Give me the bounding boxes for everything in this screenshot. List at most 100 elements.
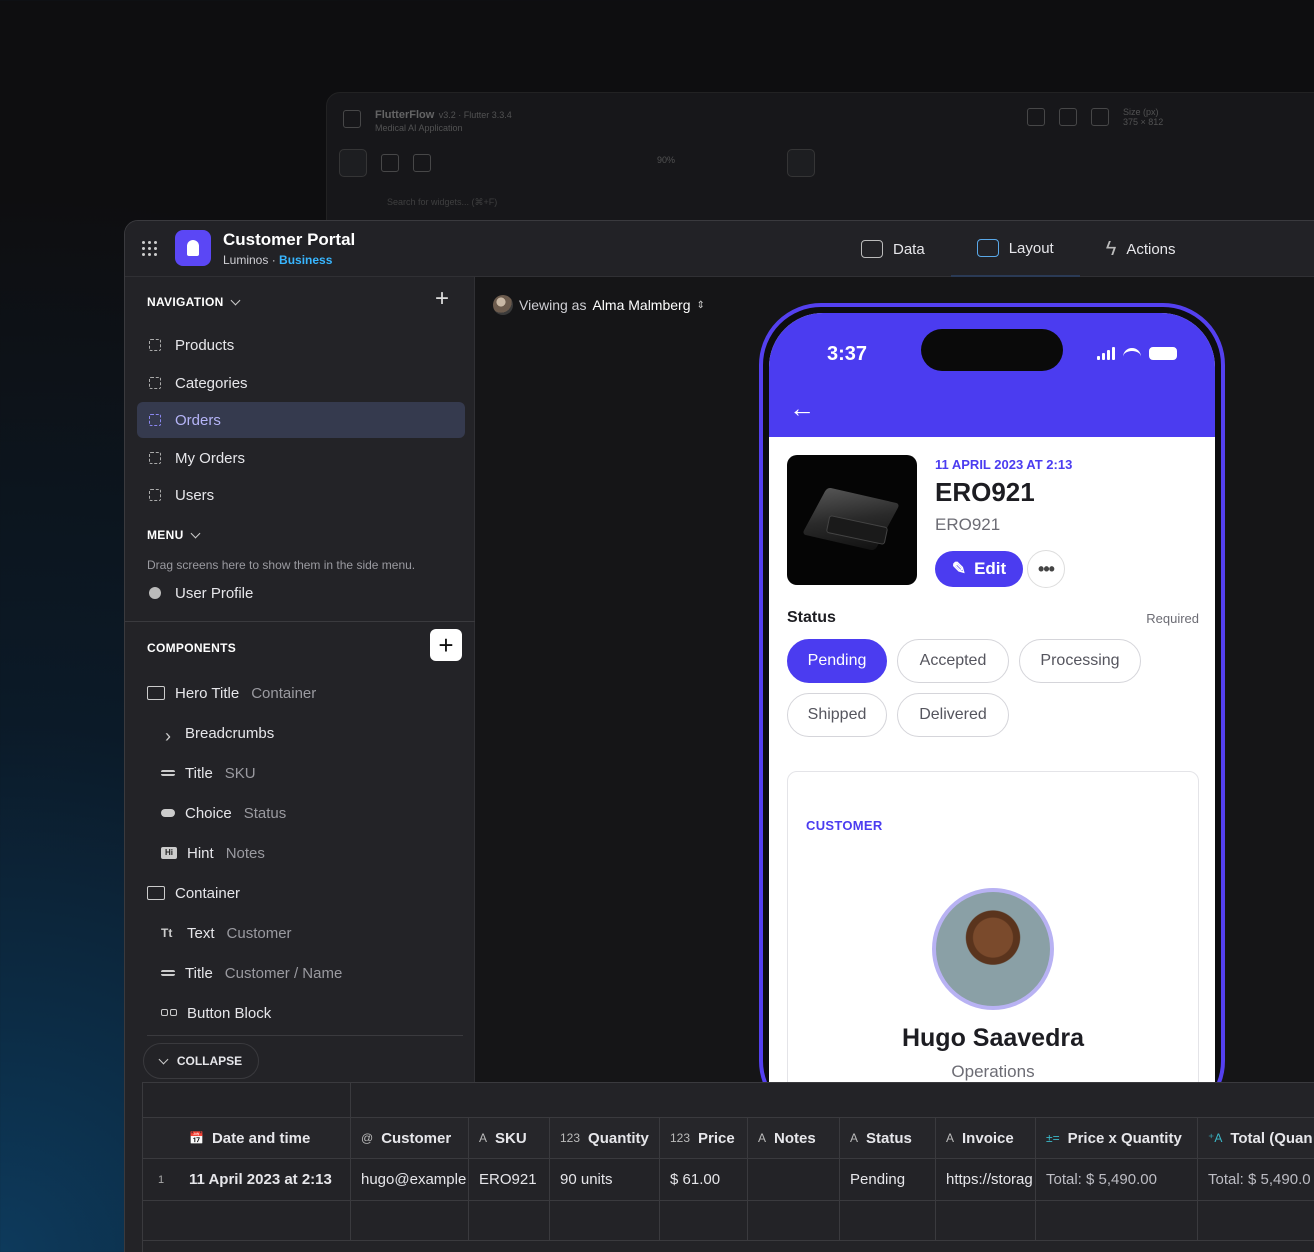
viewing-as-selector[interactable]: Viewing as Alma Malmberg ⇕: [493, 295, 705, 315]
back-arrow-icon[interactable]: ←: [789, 395, 815, 421]
component-text-customer[interactable]: Tt Text Customer: [161, 921, 292, 945]
status-label: Status: [787, 609, 836, 626]
layout-icon: [976, 239, 999, 257]
table-cell[interactable]: Pending: [840, 1159, 936, 1200]
table-cell[interactable]: 90 units: [550, 1159, 660, 1200]
chevron-down-icon: [158, 1054, 169, 1064]
sidebar-item-users[interactable]: Users: [137, 477, 465, 513]
column-header[interactable]: 123 Price: [660, 1118, 748, 1158]
phone-device-icon: [1027, 108, 1045, 126]
table-cell[interactable]: ERO921: [469, 1159, 550, 1200]
column-header[interactable]: @ Customer: [351, 1118, 469, 1158]
chevron-right-icon: ›: [165, 726, 171, 746]
more-button[interactable]: •••: [1027, 550, 1065, 588]
sidebar-item-categories[interactable]: Categories: [137, 365, 465, 401]
menu-item-user-profile[interactable]: User Profile: [137, 575, 465, 611]
menu-hint: Drag screens here to show them in the si…: [147, 558, 416, 572]
tab-layout[interactable]: Layout: [950, 221, 1080, 277]
dynamic-island: [921, 329, 1063, 371]
status-chip-processing[interactable]: Processing: [1019, 639, 1141, 683]
status-chip-shipped[interactable]: Shipped: [787, 693, 887, 737]
table-cell[interactable]: 1 11 April 2023 at 2:13: [143, 1159, 351, 1200]
app-subtitle: Luminos · Business: [223, 253, 333, 267]
battery-icon: [1149, 347, 1177, 360]
text-type-icon: A: [479, 1131, 488, 1145]
component-choice-status[interactable]: Choice Status: [161, 801, 286, 825]
screen-icon: [149, 489, 161, 501]
required-label: Required: [1146, 611, 1199, 626]
table-cell[interactable]: https://storag: [936, 1159, 1036, 1200]
column-header[interactable]: 123 Quantity: [550, 1118, 660, 1158]
add-navigation-button[interactable]: +: [435, 287, 449, 311]
title-icon: [161, 770, 175, 776]
sort-arrows-icon: ⇕: [696, 299, 705, 311]
collapse-button[interactable]: COLLAPSE: [143, 1043, 259, 1079]
text-type-icon: A: [850, 1131, 859, 1145]
button-block-icon: [161, 1009, 177, 1017]
tab-actions[interactable]: ϟ Actions: [1080, 221, 1202, 277]
container-icon: [147, 886, 165, 900]
column-header[interactable]: A Invoice: [936, 1118, 1036, 1158]
column-header[interactable]: 📅 Date and time: [143, 1118, 351, 1158]
table-cell[interactable]: [748, 1159, 840, 1200]
sidebar-item-orders[interactable]: Orders: [137, 402, 465, 438]
order-date: 11 APRIL 2023 AT 2:13: [935, 457, 1073, 472]
table-row[interactable]: [143, 1201, 1314, 1241]
more-dots-icon: •••: [1038, 558, 1055, 579]
status-chip-pending[interactable]: Pending: [787, 639, 887, 683]
status-chip-delivered[interactable]: Delivered: [897, 693, 1009, 737]
sidebar-item-products[interactable]: Products: [137, 327, 465, 363]
screen-icon: [149, 414, 161, 426]
bw-tool-button: [787, 149, 815, 177]
navigation-heading[interactable]: NAVIGATION: [147, 295, 241, 309]
component-breadcrumbs[interactable]: › Breadcrumbs: [161, 721, 274, 747]
edit-button[interactable]: ✎ Edit: [935, 551, 1023, 587]
table-cell[interactable]: Total: $ 5,490.00: [1036, 1159, 1198, 1200]
table-row[interactable]: 1 11 April 2023 at 2:13 hugo@example ERO…: [143, 1159, 1314, 1201]
column-header[interactable]: A Status: [840, 1118, 936, 1158]
customer-name: Hugo Saavedra: [901, 1024, 1084, 1052]
row-index: 1: [157, 1173, 165, 1186]
table-cell[interactable]: $ 61.00: [660, 1159, 748, 1200]
order-title: ERO921: [935, 477, 1035, 507]
status-time: 3:37: [827, 343, 868, 365]
viewing-user: Alma Malmberg: [592, 297, 691, 313]
status-icons: [1097, 347, 1177, 360]
component-title-customer-name[interactable]: Title Customer / Name: [161, 961, 342, 985]
component-title-sku[interactable]: Title SKU: [161, 761, 256, 785]
column-header[interactable]: A Notes: [748, 1118, 840, 1158]
desktop-device-icon: [1091, 108, 1109, 126]
chevron-down-icon: [190, 528, 200, 538]
column-header[interactable]: A SKU: [469, 1118, 550, 1158]
text-icon: Tt: [161, 926, 173, 940]
sidebar-item-my-orders[interactable]: My Orders: [137, 440, 465, 476]
table-header: 📅 Date and time @ Customer A SKU 123 Quantit…: [143, 1117, 1314, 1159]
table-cell[interactable]: hugo@example: [351, 1159, 469, 1200]
menu-heading[interactable]: MENU: [147, 528, 200, 542]
bw-zoom: 90%: [657, 155, 676, 165]
table-cell[interactable]: Total: $ 5,490.0: [1198, 1159, 1314, 1200]
tab-data[interactable]: Data: [835, 221, 951, 277]
org-name: Luminos: [223, 253, 269, 267]
component-hero-title[interactable]: Hero Title Container: [147, 681, 316, 705]
bw-size-label: Size (px): [1123, 107, 1159, 117]
screen-icon: [149, 452, 161, 464]
apps-grid-icon[interactable]: [142, 241, 158, 257]
status-chip-accepted[interactable]: Accepted: [897, 639, 1009, 683]
tablet-device-icon: [1059, 108, 1077, 126]
signal-icon: [1097, 347, 1115, 360]
add-component-button[interactable]: +: [430, 629, 462, 661]
component-container[interactable]: Container: [147, 881, 240, 905]
bolt-icon: ϟ: [1105, 237, 1117, 260]
component-button-block[interactable]: Button Block: [161, 1001, 271, 1025]
text-type-icon: A: [758, 1131, 767, 1145]
flutterflow-logo-icon: [343, 110, 361, 128]
number-type-icon: 123: [670, 1131, 691, 1145]
component-hint-notes[interactable]: Hi Hint Notes: [161, 841, 265, 865]
column-header[interactable]: ±= Price x Quantity: [1036, 1118, 1198, 1158]
column-header[interactable]: ⁺A Total (Quan: [1198, 1118, 1314, 1158]
customer-avatar: [932, 888, 1054, 1010]
choice-icon: [161, 809, 175, 817]
data-table: 📅 Date and time @ Customer A SKU 123 Quantit…: [142, 1082, 1314, 1252]
math-type-icon: ±=: [1046, 1131, 1060, 1145]
